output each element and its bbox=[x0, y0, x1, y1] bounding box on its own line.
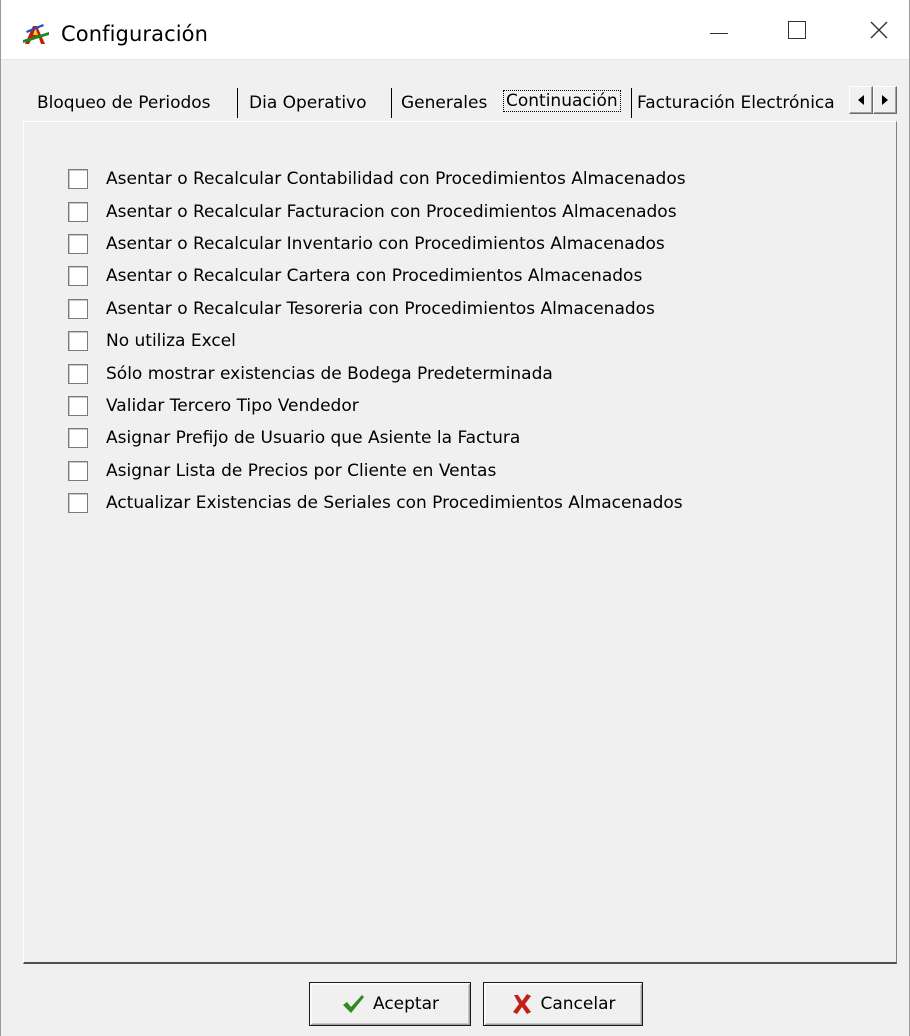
configuration-window: Configuración Bloqueo de Periodos Dia Op… bbox=[0, 0, 910, 1036]
tab-bloqueo-de-periodos[interactable]: Bloqueo de Periodos bbox=[37, 84, 211, 124]
option-label: Asentar o Recalcular Tesoreria con Proce… bbox=[106, 298, 655, 319]
tab-strip: Bloqueo de Periodos Dia Operativo Genera… bbox=[1, 60, 909, 130]
x-mark-icon bbox=[512, 994, 531, 1014]
tab-scroll-left-button[interactable] bbox=[849, 86, 873, 114]
option-row[interactable]: Validar Tercero Tipo Vendedor bbox=[68, 390, 686, 422]
accept-button[interactable]: Aceptar bbox=[309, 982, 471, 1026]
tab-separator bbox=[631, 88, 632, 118]
option-row[interactable]: Asentar o Recalcular Facturacion con Pro… bbox=[68, 195, 686, 227]
tab-separator bbox=[237, 88, 238, 118]
option-label: Asentar o Recalcular Inventario con Proc… bbox=[106, 233, 665, 254]
cancel-label: Cancelar bbox=[540, 994, 616, 1014]
option-label: Asentar o Recalcular Contabilidad con Pr… bbox=[106, 169, 686, 190]
option-row[interactable]: Actualizar Existencias de Seriales con P… bbox=[68, 487, 686, 519]
tab-separator bbox=[391, 88, 392, 118]
tab-scroll-controls bbox=[849, 86, 897, 114]
option-label: Sólo mostrar existencias de Bodega Prede… bbox=[106, 363, 553, 384]
tab-generales[interactable]: Generales bbox=[391, 84, 487, 124]
accept-label: Aceptar bbox=[373, 994, 439, 1014]
tab-label: Continuación bbox=[503, 90, 621, 112]
tab-label: Generales bbox=[401, 93, 488, 113]
option-checkbox[interactable] bbox=[68, 395, 88, 416]
cancel-button[interactable]: Cancelar bbox=[483, 982, 643, 1026]
tab-facturacion-electronica[interactable]: Facturación Electrónica bbox=[631, 84, 835, 124]
option-row[interactable]: Asentar o Recalcular Cartera con Procedi… bbox=[68, 260, 686, 292]
option-checkbox[interactable] bbox=[68, 298, 88, 319]
app-logo-icon bbox=[23, 24, 49, 44]
option-checkbox[interactable] bbox=[68, 363, 88, 384]
option-row[interactable]: No utiliza Excel bbox=[68, 325, 686, 357]
tab-label: Dia Operativo bbox=[249, 93, 367, 113]
close-icon bbox=[870, 21, 888, 39]
option-row[interactable]: Asignar Prefijo de Usuario que Asiente l… bbox=[68, 422, 686, 454]
option-checkbox[interactable] bbox=[68, 428, 88, 449]
option-label: No utiliza Excel bbox=[106, 331, 236, 352]
close-button[interactable] bbox=[851, 0, 907, 60]
option-row[interactable]: Asentar o Recalcular Inventario con Proc… bbox=[68, 228, 686, 260]
tab-continuacion[interactable]: Continuación bbox=[501, 82, 621, 122]
option-label: Actualizar Existencias de Seriales con P… bbox=[106, 493, 683, 514]
tab-label: Facturación Electrónica bbox=[637, 93, 835, 113]
option-checkbox[interactable] bbox=[68, 169, 88, 190]
option-checkbox[interactable] bbox=[68, 493, 88, 514]
option-row[interactable]: Sólo mostrar existencias de Bodega Prede… bbox=[68, 357, 686, 389]
options-list: Asentar o Recalcular Contabilidad con Pr… bbox=[68, 163, 686, 519]
checkmark-icon bbox=[343, 995, 364, 1013]
option-checkbox[interactable] bbox=[68, 460, 88, 481]
option-checkbox[interactable] bbox=[68, 201, 88, 222]
option-checkbox[interactable] bbox=[68, 266, 88, 287]
arrow-right-icon bbox=[882, 95, 888, 105]
option-label: Asentar o Recalcular Cartera con Procedi… bbox=[106, 266, 643, 287]
option-row[interactable]: Asentar o Recalcular Tesoreria con Proce… bbox=[68, 293, 686, 325]
option-checkbox[interactable] bbox=[68, 331, 88, 352]
arrow-left-icon bbox=[858, 95, 864, 105]
option-row[interactable]: Asignar Lista de Precios por Cliente en … bbox=[68, 455, 686, 487]
option-checkbox[interactable] bbox=[68, 233, 88, 254]
tab-panel-continuacion: Asentar o Recalcular Contabilidad con Pr… bbox=[23, 121, 897, 964]
tab-scroll-right-button[interactable] bbox=[873, 86, 897, 114]
window-title: Configuración bbox=[61, 22, 209, 46]
option-label: Validar Tercero Tipo Vendedor bbox=[106, 395, 359, 416]
tab-dia-operativo[interactable]: Dia Operativo bbox=[237, 84, 367, 124]
minimize-button[interactable] bbox=[691, 0, 747, 60]
option-row[interactable]: Asentar o Recalcular Contabilidad con Pr… bbox=[68, 163, 686, 195]
option-label: Asignar Lista de Precios por Cliente en … bbox=[106, 460, 497, 481]
maximize-button[interactable] bbox=[769, 0, 825, 60]
title-bar[interactable]: Configuración bbox=[1, 0, 909, 60]
maximize-icon bbox=[788, 21, 806, 39]
tab-label: Bloqueo de Periodos bbox=[37, 93, 211, 113]
option-label: Asentar o Recalcular Facturacion con Pro… bbox=[106, 201, 677, 222]
minimize-icon bbox=[710, 32, 728, 34]
option-label: Asignar Prefijo de Usuario que Asiente l… bbox=[106, 428, 521, 449]
